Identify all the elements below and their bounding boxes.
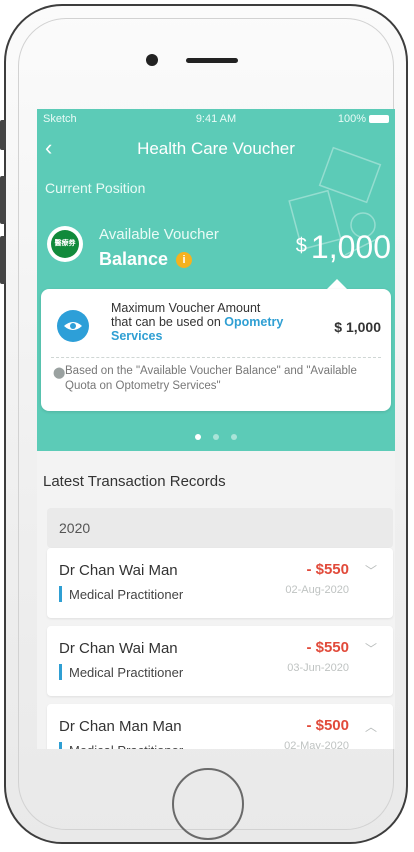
chevron-up-icon[interactable]: ︿ — [365, 718, 377, 735]
provider-type: Medical Practitioner — [69, 743, 183, 749]
provider-type: Medical Practitioner — [69, 665, 184, 680]
carousel-pagination[interactable] — [37, 427, 395, 445]
earpiece-speaker — [186, 58, 238, 63]
provider-name: Dr Chan Wai Man — [59, 562, 178, 579]
pagination-dot-2[interactable] — [213, 434, 219, 440]
provider-type: Medical Practitioner — [69, 587, 184, 602]
pagination-dot-3[interactable] — [231, 434, 237, 440]
transaction-date: 02-May-2020 — [284, 740, 349, 749]
service-name-highlight: Opometry — [224, 315, 284, 329]
home-button[interactable] — [172, 768, 244, 840]
max-voucher-card: Maximum Voucher Amount that can be used … — [41, 289, 391, 411]
transaction-amount: - $550 — [306, 561, 349, 578]
type-indicator — [59, 586, 62, 602]
page-title: Health Care Voucher — [137, 139, 295, 158]
eye-icon — [57, 310, 89, 342]
year-group-header: 2020 — [47, 508, 393, 548]
front-camera — [146, 54, 158, 66]
max-voucher-amount: $ 1,000 — [334, 319, 381, 335]
app-screen: Sketch 9:41 AM 100% ‹ Health Care Vouche… — [37, 109, 395, 749]
provider-name: Dr Chan Wai Man — [59, 640, 178, 657]
pagination-dot-1[interactable] — [195, 434, 201, 440]
transaction-date: 03-Jun-2020 — [287, 662, 349, 674]
transaction-amount: - $550 — [306, 639, 349, 656]
voucher-logo: 醫療券 — [47, 226, 83, 262]
mute-switch — [0, 120, 6, 150]
battery-icon — [369, 115, 389, 124]
decorative-pattern — [288, 146, 386, 256]
volume-up-button — [0, 176, 6, 224]
transaction-row[interactable]: Dr Chan Wai Man Medical Practitioner - $… — [47, 626, 393, 696]
balance-label-text: Balance — [99, 249, 169, 269]
provider-name: Dr Chan Man Man — [59, 718, 182, 735]
transaction-row[interactable]: Dr Chan Man Man Medical Practitioner - $… — [47, 704, 393, 749]
max-voucher-line1: Maximum Voucher Amount — [111, 301, 261, 315]
chevron-down-icon[interactable]: ﹀ — [365, 562, 377, 579]
battery-indicator: 100% — [338, 113, 389, 125]
status-bar: Sketch 9:41 AM 100% — [37, 109, 395, 129]
volume-down-button — [0, 236, 6, 284]
available-voucher-label: Available Voucher — [99, 226, 219, 243]
pin-icon: ⬤ — [53, 367, 66, 379]
header-background: Sketch 9:41 AM 100% ‹ Health Care Vouche… — [37, 109, 395, 451]
info-icon[interactable]: i — [176, 252, 193, 269]
voucher-logo-text: 醫療券 — [51, 230, 79, 258]
type-indicator — [59, 742, 62, 749]
card-divider — [51, 357, 381, 358]
year-label: 2020 — [59, 520, 91, 536]
balance-label: Balance i — [99, 249, 193, 270]
chevron-down-icon[interactable]: ﹀ — [365, 640, 377, 657]
max-voucher-line2: that can be used on Opometry — [111, 315, 307, 329]
balance-value: 1,000 — [310, 229, 391, 265]
transaction-date: 02-Aug-2020 — [285, 584, 349, 596]
max-voucher-text: Maximum Voucher Amount that can be used … — [111, 301, 307, 343]
type-indicator — [59, 664, 62, 680]
card-note: Based on the "Available Voucher Balance"… — [65, 365, 357, 392]
service-name-highlight-2: Services — [111, 329, 163, 343]
transactions-heading: Latest Transaction Records — [43, 473, 226, 490]
current-position-label: Current Position — [45, 180, 146, 196]
max-voucher-line2-prefix: that can be used on — [111, 315, 221, 329]
transaction-row[interactable]: Dr Chan Wai Man Medical Practitioner - $… — [47, 548, 393, 618]
balance-amount: $1,000 — [296, 229, 391, 266]
balance-currency: $ — [295, 235, 307, 257]
transaction-amount: - $500 — [306, 717, 349, 734]
card-pointer — [327, 279, 347, 289]
battery-percent: 100% — [337, 113, 366, 125]
